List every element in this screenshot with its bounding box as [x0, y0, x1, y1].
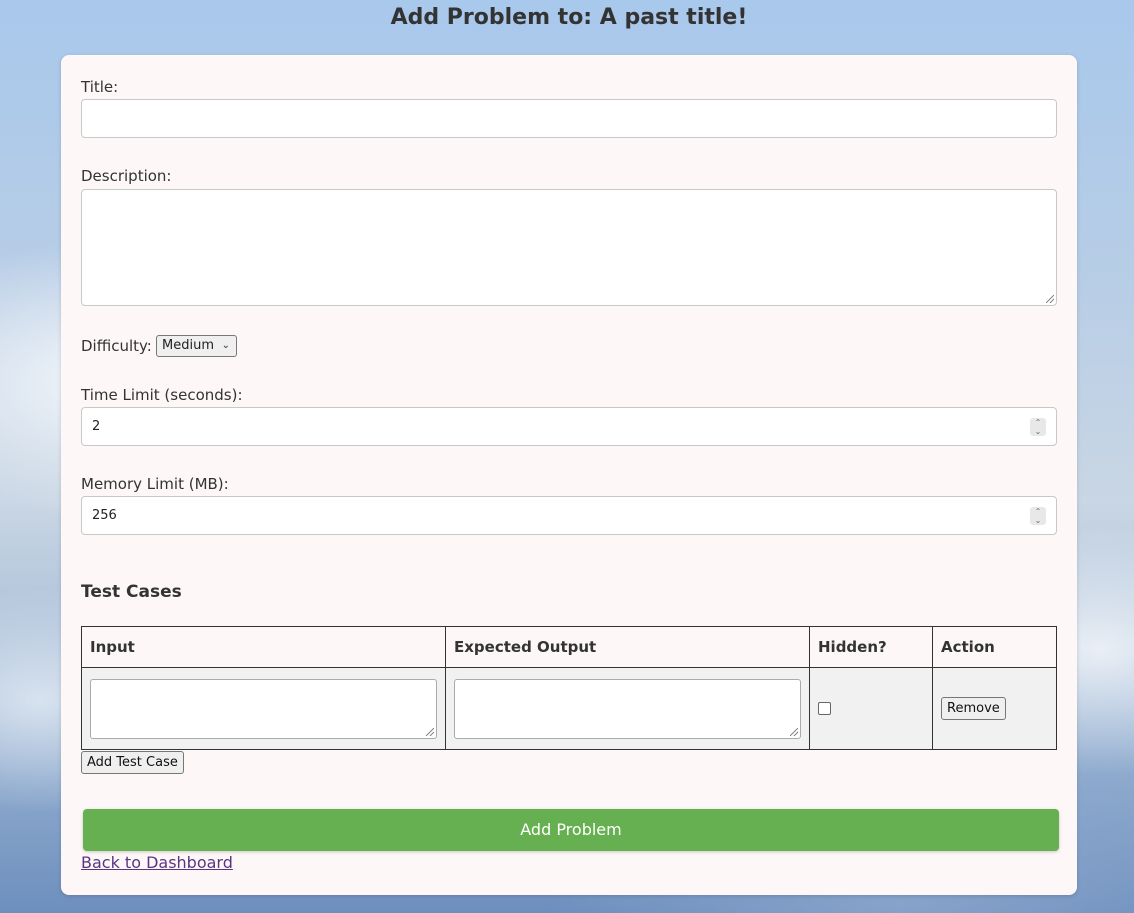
chevron-down-icon: ⌄ — [221, 340, 230, 351]
action-cell: Remove — [932, 667, 1057, 750]
difficulty-select[interactable]: Medium ⌄ — [156, 335, 237, 357]
add-problem-button[interactable]: Add Problem — [83, 809, 1059, 851]
test-input-textarea[interactable] — [90, 678, 437, 739]
title-label: Title: — [81, 78, 119, 96]
hidden-checkbox[interactable] — [818, 702, 831, 715]
column-header-action: Action — [932, 626, 1057, 668]
test-cases-heading: Test Cases — [81, 582, 182, 602]
column-header-expected-output: Expected Output — [445, 626, 810, 668]
add-test-case-button[interactable]: Add Test Case — [81, 751, 184, 774]
back-to-dashboard-link[interactable]: Back to Dashboard — [81, 853, 233, 872]
spinner-arrows-icon[interactable]: ⌃ ⌄ — [1030, 418, 1046, 436]
memory-limit-input[interactable]: 256 ⌃ ⌄ — [81, 496, 1057, 535]
page-title: Add Problem to: A past title! — [390, 5, 748, 30]
add-problem-form: Title: Description: Difficulty: Medium ⌄… — [61, 55, 1077, 895]
memory-limit-value: 256 — [92, 508, 117, 523]
resize-grip-icon[interactable] — [790, 727, 798, 736]
table-row: Remove — [81, 667, 1057, 750]
resize-grip-icon[interactable] — [426, 727, 434, 736]
resize-grip-icon[interactable] — [1046, 295, 1054, 303]
column-header-input: Input — [81, 626, 446, 668]
remove-test-case-button[interactable]: Remove — [941, 697, 1006, 720]
difficulty-label: Difficulty: — [81, 337, 152, 355]
description-textarea[interactable] — [81, 189, 1057, 306]
spinner-arrows-icon[interactable]: ⌃ ⌄ — [1030, 507, 1046, 525]
test-cases-table: Input Expected Output Hidden? Action Rem… — [81, 626, 1057, 750]
time-limit-value: 2 — [92, 419, 101, 434]
memory-limit-label: Memory Limit (MB): — [81, 475, 229, 493]
column-header-hidden: Hidden? — [809, 626, 933, 668]
table-header-row: Input Expected Output Hidden? Action — [81, 626, 1057, 668]
expected-output-textarea[interactable] — [454, 678, 801, 739]
difficulty-value: Medium — [162, 338, 214, 353]
input-cell — [81, 667, 446, 750]
time-limit-label: Time Limit (seconds): — [81, 386, 243, 404]
title-input[interactable] — [81, 99, 1057, 138]
expected-output-cell — [445, 667, 810, 750]
time-limit-input[interactable]: 2 ⌃ ⌄ — [81, 407, 1057, 446]
hidden-cell — [809, 667, 933, 750]
description-label: Description: — [81, 167, 172, 185]
